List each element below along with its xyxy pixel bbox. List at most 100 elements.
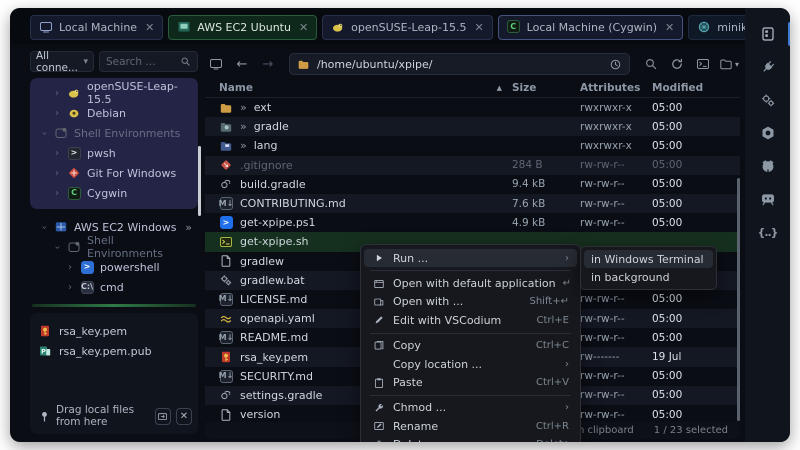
close-icon[interactable]: ✕ bbox=[145, 21, 154, 34]
chevron-right-icon[interactable]: › bbox=[53, 188, 61, 199]
file-list-scrollbar[interactable] bbox=[737, 178, 740, 421]
file-row-build-gradle[interactable]: build.gradle9.4 kBrw-rw-r--05:00 bbox=[205, 175, 740, 194]
menu-item-label: Run ... bbox=[393, 252, 558, 265]
ubuntu-server-icon bbox=[177, 20, 191, 34]
connection-search[interactable] bbox=[99, 51, 198, 72]
search-files-button[interactable] bbox=[640, 54, 662, 74]
file-size: 4.9 kB bbox=[512, 217, 580, 229]
menu-item-edit-with-vscodium[interactable]: Edit with VSCodiumCtrl+E bbox=[364, 311, 577, 329]
open-terminal-here-button[interactable] bbox=[205, 54, 227, 74]
file-name: gradlew.bat bbox=[240, 274, 305, 287]
file-attributes: rwxrwxr-x bbox=[580, 140, 652, 152]
close-icon[interactable]: ✕ bbox=[474, 21, 483, 34]
close-icon[interactable]: ✕ bbox=[299, 21, 308, 34]
menu-item-copy-location[interactable]: Copy location ...› bbox=[364, 355, 577, 373]
expand-all-icon[interactable]: » bbox=[185, 221, 192, 234]
path-field[interactable]: /home/ubuntu/xpipe/ bbox=[289, 53, 630, 75]
file-row-get-xpipe-ps1[interactable]: >get-xpipe.ps14.9 kBrw-rw-r--05:00 bbox=[205, 213, 740, 232]
menu-item-open-with[interactable]: Open with ...Shift+↵ bbox=[364, 293, 577, 311]
expand-folder-icon[interactable]: » bbox=[240, 139, 247, 152]
rail-scripts-icon[interactable] bbox=[755, 90, 781, 110]
file-row-CONTRIBUTING-md[interactable]: M↓CONTRIBUTING.md7.6 kBrw-rw-r--05:00 bbox=[205, 194, 740, 213]
chevron-right-icon[interactable]: › bbox=[66, 282, 74, 293]
file-row-lang[interactable]: »langrwxrwxr-x05:00 bbox=[205, 136, 740, 155]
chevron-right-icon[interactable]: › bbox=[53, 148, 61, 159]
chevron-down-icon[interactable]: › bbox=[39, 129, 50, 137]
connection-tree-group: ›openSUSE-Leap-15.5›Debian›Shell Environ… bbox=[30, 78, 198, 209]
chevron-right-icon[interactable]: › bbox=[53, 108, 61, 119]
menu-item-copy[interactable]: CopyCtrl+C bbox=[364, 337, 577, 355]
sidebar-item-git-for-windows[interactable]: ›Git For Windows bbox=[30, 163, 198, 183]
connection-filter-label: All conne... bbox=[36, 50, 79, 74]
sidebar-scrollbar[interactable] bbox=[198, 146, 201, 216]
sidebar-item-shell-environments[interactable]: ›Shell Environments bbox=[30, 237, 198, 257]
file-modified: 05:00 bbox=[652, 198, 740, 210]
terminal-button[interactable] bbox=[692, 54, 714, 74]
file-modified: 05:00 bbox=[652, 102, 740, 114]
view-options-button[interactable]: ▾ bbox=[718, 54, 740, 74]
menu-item-run[interactable]: Run ...› bbox=[364, 249, 577, 267]
chevron-right-icon[interactable]: › bbox=[53, 168, 61, 179]
tab-local-machine-cygwin-[interactable]: CLocal Machine (Cygwin)✕ bbox=[498, 15, 684, 40]
tab-local-machine[interactable]: Local Machine✕ bbox=[30, 15, 163, 40]
menu-item-label: Chmod ... bbox=[393, 401, 558, 414]
sidebar-item-pwsh[interactable]: ›>pwsh bbox=[30, 143, 198, 163]
rail-hexagon-badge-icon[interactable] bbox=[755, 123, 781, 143]
submenu-item-in-windows-terminal[interactable]: in Windows Terminal bbox=[584, 250, 713, 268]
tab-label: Local Machine (Cygwin) bbox=[527, 21, 657, 34]
submenu-item-in-background[interactable]: in background bbox=[584, 268, 713, 286]
forward-button[interactable]: → bbox=[257, 54, 279, 74]
connection-filter-dropdown[interactable]: All conne... ▾ bbox=[30, 51, 94, 72]
rail-api-icon[interactable]: {..} bbox=[755, 222, 781, 242]
lang-folder-icon bbox=[219, 139, 233, 153]
chevron-right-icon[interactable]: › bbox=[66, 262, 74, 273]
rail-github-icon[interactable] bbox=[755, 156, 781, 176]
column-attributes[interactable]: Attributes bbox=[580, 82, 652, 94]
file-size: 9.4 kB bbox=[512, 178, 580, 190]
column-size[interactable]: Size bbox=[512, 82, 580, 94]
menu-item-paste[interactable]: PasteCtrl+V bbox=[364, 373, 577, 391]
file-row-ext[interactable]: »extrwxrwxr-x05:00 bbox=[205, 98, 740, 117]
rail-plug-icon[interactable] bbox=[755, 57, 781, 77]
sidebar-item-cmd[interactable]: ›C:\cmd bbox=[30, 277, 198, 297]
menu-item-chmod[interactable]: Chmod ...› bbox=[364, 399, 577, 417]
sidebar-item-opensuse-leap-15-5[interactable]: ›openSUSE-Leap-15.5 bbox=[30, 83, 198, 103]
refresh-button[interactable] bbox=[666, 54, 688, 74]
add-local-file-button[interactable] bbox=[155, 408, 171, 425]
file-row--gitignore[interactable]: .gitignore284 Brw-rw-r--05:00 bbox=[205, 156, 740, 175]
history-icon[interactable] bbox=[609, 58, 622, 71]
folder-icon bbox=[219, 101, 233, 115]
chevron-right-icon[interactable]: › bbox=[53, 88, 61, 99]
sidebar-item-powershell[interactable]: ›>powershell bbox=[30, 257, 198, 277]
menu-item-rename[interactable]: RenameCtrl+R bbox=[364, 417, 577, 435]
file-name: build.gradle bbox=[240, 178, 306, 191]
folder-icon bbox=[297, 58, 310, 71]
expand-folder-icon[interactable]: » bbox=[240, 120, 247, 133]
file-modified: 05:00 bbox=[652, 217, 740, 229]
file-row-gradle[interactable]: »gradlerwxrwxr-x05:00 bbox=[205, 117, 740, 136]
sidebar-item-cygwin[interactable]: ›CCygwin bbox=[30, 183, 198, 203]
clear-local-files-button[interactable]: ✕ bbox=[176, 408, 192, 425]
windows-server-icon bbox=[54, 220, 68, 234]
close-icon[interactable]: ✕ bbox=[665, 21, 674, 34]
connection-search-input[interactable] bbox=[106, 56, 180, 68]
menu-item-delete[interactable]: DeleteDelete bbox=[364, 436, 577, 442]
tab-aws-ec2-ubuntu[interactable]: AWS EC2 Ubuntu✕ bbox=[168, 15, 317, 40]
rail-connections-icon[interactable] bbox=[755, 24, 781, 44]
file-name: README.md bbox=[240, 331, 308, 344]
chevron-down-icon[interactable]: › bbox=[52, 243, 63, 251]
menu-item-open-with-default-application[interactable]: Open with default application↵ bbox=[364, 274, 577, 292]
expand-folder-icon[interactable]: » bbox=[240, 101, 247, 114]
sidebar-item-shell-environments[interactable]: ›Shell Environments bbox=[30, 123, 198, 143]
rail-discord-icon[interactable] bbox=[755, 189, 781, 209]
tab-bar: Local Machine✕AWS EC2 Ubuntu✕openSUSE-Le… bbox=[10, 8, 745, 44]
menu-item-label: Copy location ... bbox=[393, 358, 558, 371]
back-button[interactable]: ← bbox=[231, 54, 253, 74]
column-modified[interactable]: Modified bbox=[652, 82, 740, 94]
sidebar-item-debian[interactable]: ›Debian bbox=[30, 103, 198, 123]
column-name[interactable]: Name bbox=[219, 82, 253, 94]
local-file-rsa-key-pem-pub[interactable]: Prsa_key.pem.pub bbox=[38, 341, 192, 361]
local-file-rsa-key-pem[interactable]: rsa_key.pem bbox=[38, 321, 192, 341]
tab-opensuse-leap-15-5[interactable]: openSUSE-Leap-15.5✕ bbox=[322, 15, 493, 40]
chevron-down-icon[interactable]: › bbox=[39, 223, 50, 231]
